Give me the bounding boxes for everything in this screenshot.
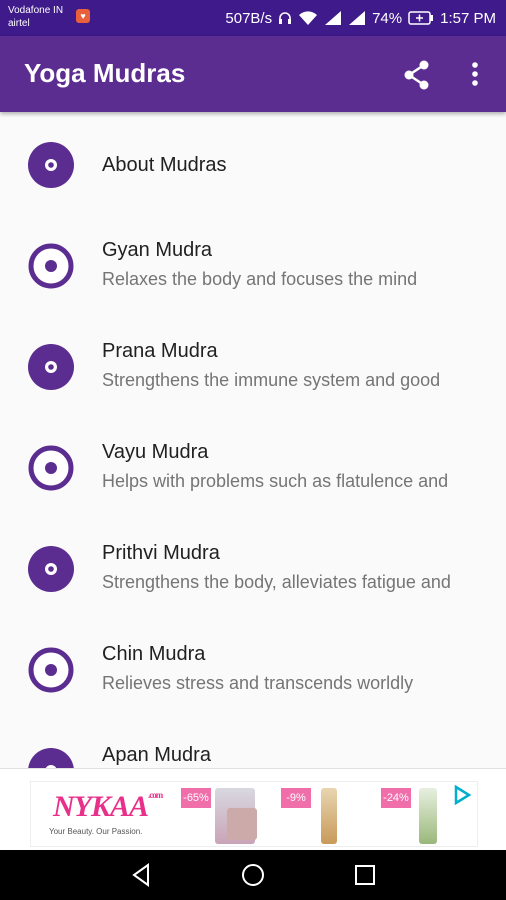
- wifi-icon: [299, 11, 318, 25]
- list-item-title: Prithvi Mudra: [102, 542, 220, 564]
- clock: 1:57 PM: [440, 9, 496, 27]
- status-indicators: 507B/s 74% 1:57 PM: [225, 0, 496, 36]
- list-item-prithvi-mudra[interactable]: Prithvi Mudra Strengthens the body, alle…: [0, 516, 506, 617]
- list-item-about-mudras[interactable]: About Mudras: [0, 112, 506, 213]
- app-bar: Yoga Mudras: [0, 36, 506, 112]
- carrier-2: airtel: [8, 18, 30, 29]
- signal-icon-1: [325, 11, 342, 25]
- list-item-apan-mudra[interactable]: Apan Mudra: [0, 718, 506, 768]
- list-item-title: About Mudras: [102, 154, 227, 176]
- list-item-subtitle: Relieves stress and transcends worldly: [102, 673, 414, 693]
- carrier-1: Vodafone IN: [8, 5, 64, 16]
- list-item-vayu-mudra[interactable]: Vayu Mudra Helps with problems such as f…: [0, 415, 506, 516]
- discount-badge: -65%: [181, 788, 211, 808]
- outline-circle-icon: [28, 647, 74, 693]
- filled-circle-icon: [28, 748, 74, 768]
- ad-content[interactable]: NYKAA.com Your Beauty. Our Passion. -65%…: [30, 781, 478, 847]
- share-button[interactable]: [400, 58, 434, 92]
- status-bar: Vodafone IN airtel ♥ 507B/s 74% 1:57 PM: [0, 0, 506, 36]
- battery-percent: 74%: [372, 9, 403, 27]
- discount-badge: -24%: [381, 788, 411, 808]
- discount-badge: -9%: [281, 788, 311, 808]
- adchoices-icon[interactable]: [451, 784, 473, 806]
- outline-circle-icon: [28, 243, 74, 289]
- back-icon[interactable]: [126, 860, 156, 890]
- outline-circle-icon: [28, 445, 74, 491]
- list-item-subtitle: Relaxes the body and focuses the mind: [102, 269, 418, 289]
- more-vert-icon: [472, 62, 478, 86]
- battery-icon: [408, 11, 434, 25]
- mudra-list: About Mudras Gyan Mudra Relaxes the body…: [0, 112, 506, 768]
- list-item-title: Gyan Mudra: [102, 239, 213, 261]
- carrier-info: Vodafone IN airtel: [8, 4, 63, 30]
- filled-circle-icon: [28, 546, 74, 592]
- list-item-subtitle: Strengthens the immune system and good: [102, 370, 441, 390]
- list-item-prana-mudra[interactable]: Prana Mudra Strengthens the immune syste…: [0, 314, 506, 415]
- notification-icon: ♥: [76, 9, 90, 23]
- app-title: Yoga Mudras: [24, 58, 186, 88]
- list-item-title: Chin Mudra: [102, 643, 206, 665]
- product-image: [419, 788, 437, 844]
- list-item-subtitle: Helps with problems such as flatulence a…: [102, 471, 449, 491]
- list-item-gyan-mudra[interactable]: Gyan Mudra Relaxes the body and focuses …: [0, 213, 506, 314]
- system-nav-bar: [0, 850, 506, 900]
- share-icon: [404, 60, 429, 90]
- filled-circle-icon: [28, 344, 74, 390]
- list-item-chin-mudra[interactable]: Chin Mudra Relieves stress and transcend…: [0, 617, 506, 718]
- recents-icon[interactable]: [350, 860, 380, 890]
- list-item-title: Apan Mudra: [102, 744, 211, 766]
- ad-banner[interactable]: NYKAA.com Your Beauty. Our Passion. -65%…: [0, 768, 506, 850]
- list-item-title: Vayu Mudra: [102, 441, 209, 463]
- more-options-button[interactable]: [462, 58, 488, 92]
- ad-brand-logo: NYKAA.com: [53, 790, 163, 823]
- list-item-title: Prana Mudra: [102, 340, 218, 362]
- headphones-icon: [279, 12, 292, 24]
- product-image: [321, 788, 337, 844]
- product-image: [227, 808, 257, 840]
- network-speed: 507B/s: [225, 9, 273, 27]
- signal-icon-2: [349, 11, 366, 25]
- list-item-subtitle: Strengthens the body, alleviates fatigue…: [102, 572, 451, 592]
- ad-tagline: Your Beauty. Our Passion.: [49, 827, 143, 836]
- filled-circle-icon: [28, 142, 74, 188]
- home-icon[interactable]: [238, 860, 268, 890]
